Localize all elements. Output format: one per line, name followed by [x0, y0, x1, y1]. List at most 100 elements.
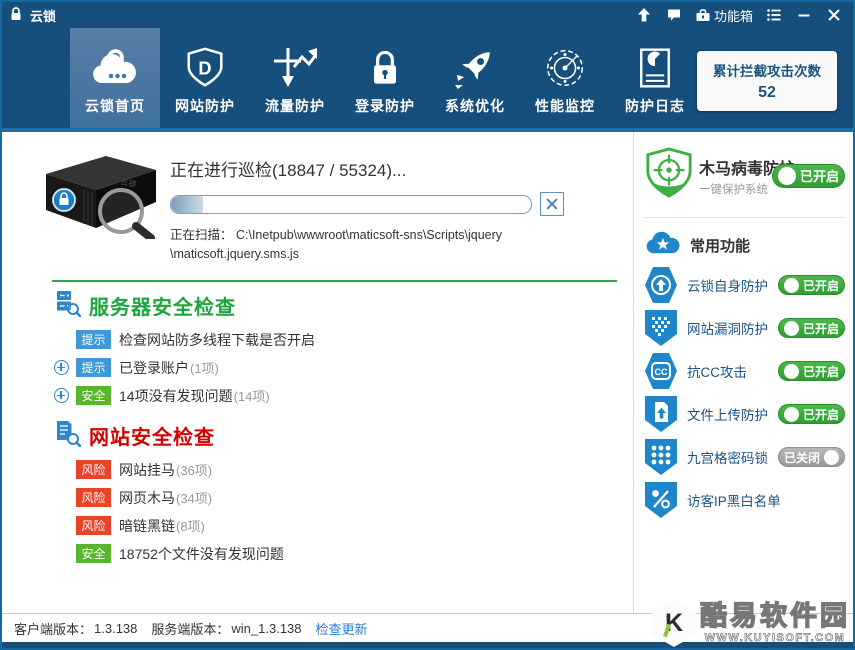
vulnerability-protect-toggle[interactable]: 已开启 [778, 318, 845, 338]
shield-pixel-bug-icon [644, 309, 678, 347]
upgrade-arrow-icon[interactable] [631, 3, 657, 27]
sidebar-item-vulnerability-protect: 网站漏洞防护 已开启 [644, 309, 845, 347]
common-functions-header: 常用功能 [644, 230, 845, 261]
content-panel: 云锁 正在进行巡检(18847 / 55324)... 正在扫描： C:\Ine… [2, 132, 633, 613]
scan-info: 正在进行巡检(18847 / 55324)... 正在扫描： C:\Inetpu… [170, 144, 564, 264]
anti-cc-toggle[interactable]: 已开启 [778, 361, 845, 381]
scan-progress-fill [171, 196, 203, 213]
cancel-scan-button[interactable] [540, 192, 564, 216]
nav-tab-label: 流量防护 [265, 96, 325, 116]
app-title: 云锁 [30, 6, 56, 25]
check-item: 安全 14项没有发现问题 (14项) [54, 386, 633, 406]
shield-percent-icon [644, 481, 678, 519]
hexagon-cc-icon: CC [644, 352, 678, 390]
nav-tab-traffic-protect[interactable]: 流量防护 [250, 28, 340, 128]
feedback-chat-icon[interactable] [661, 3, 687, 27]
nav-tab-label: 云锁首页 [85, 96, 145, 116]
trojan-protection-block: 木马病毒防护 一键保护系统 已开启 [644, 138, 845, 217]
sidebar-item-self-protect: 云锁自身防护 已开启 [644, 266, 845, 304]
nav-tab-label: 登录防护 [355, 96, 415, 116]
status-badge: 风险 [76, 460, 111, 479]
expand-plus-icon[interactable] [54, 360, 69, 375]
nav-tab-label: 系统优化 [445, 96, 505, 116]
padlock-icon [363, 40, 407, 96]
hexagon-up-arrow-icon [644, 266, 678, 304]
check-item: 风险 暗链黑链 (8项) [54, 516, 633, 536]
trojan-protection-title: 木马病毒防护 [699, 155, 767, 179]
scan-progress-bar [170, 195, 532, 214]
nav-tab-label: 网站防护 [175, 96, 235, 116]
nav-tab-label: 防护日志 [625, 96, 685, 116]
app-lock-icon [8, 6, 24, 25]
upload-protect-toggle[interactable]: 已开启 [778, 404, 845, 424]
log-piechart-icon [633, 40, 677, 96]
toolbox-icon [695, 7, 711, 23]
sidebar: 木马病毒防护 一键保护系统 已开启 常用功能 [633, 132, 853, 613]
nav-tab-performance-monitor[interactable]: 性能监控 [520, 28, 610, 128]
title-bar: 云锁 功能箱 [2, 2, 853, 28]
nav-tab-home[interactable]: 云锁首页 [70, 28, 160, 128]
shield-file-upload-icon [644, 395, 678, 433]
app-identity: 云锁 [8, 6, 56, 25]
rocket-icon [451, 40, 499, 96]
sidebar-item-upload-protect: 文件上传防护 已开启 [644, 395, 845, 433]
server-check-title: 服务器安全检查 [89, 291, 236, 320]
self-protect-toggle[interactable]: 已开启 [778, 275, 845, 295]
sidebar-divider [644, 217, 845, 218]
titlebar-actions: 功能箱 [631, 3, 847, 27]
nav-tab-website-protect[interactable]: D 网站防护 [160, 28, 250, 128]
check-item: 风险 网页木马 (34项) [54, 488, 633, 508]
server-check-section: 服务器安全检查 提示 检查网站防多线程下载是否开启 提示 已登录账户 (1项) … [2, 290, 633, 406]
check-item: 风险 网站挂马 (36项) [54, 460, 633, 480]
green-shield-crosshair-icon [644, 146, 694, 205]
main-area: 云锁 正在进行巡检(18847 / 55324)... 正在扫描： C:\Ine… [2, 132, 853, 613]
client-version-label: 客户端版本： [14, 619, 92, 638]
document-search-icon [54, 420, 81, 452]
sidebar-item-pattern-lock: 九宫格密码锁 已关闭 [644, 438, 845, 476]
nav-tab-label: 性能监控 [535, 96, 595, 116]
check-item: 提示 检查网站防多线程下载是否开启 [54, 330, 633, 350]
client-version-value: 1.3.138 [94, 621, 137, 636]
close-button[interactable] [821, 3, 847, 27]
shield-grid-dots-icon [644, 438, 678, 476]
minimize-button[interactable] [791, 3, 817, 27]
nav-tab-login-protect[interactable]: 登录防护 [340, 28, 430, 128]
expand-plus-icon[interactable] [54, 388, 69, 403]
scan-progress-title: 正在进行巡检(18847 / 55324)... [170, 156, 564, 181]
app-window: 云锁 功能箱 [0, 0, 855, 650]
green-divider [52, 280, 617, 282]
cloud-star-icon [644, 230, 682, 261]
status-badge: 提示 [76, 358, 111, 377]
nav-tab-protect-logs[interactable]: 防护日志 [610, 28, 700, 128]
sidebar-item-ip-list[interactable]: 访客IP黑白名单 [644, 481, 845, 519]
toolbox-label: 功能箱 [714, 6, 753, 25]
status-badge: 风险 [76, 488, 111, 507]
trojan-protection-subtitle: 一键保护系统 [699, 181, 767, 197]
scanning-path: 正在扫描： C:\Inetpub\wwwroot\maticsoft-sns\S… [170, 226, 550, 264]
server-search-icon [54, 290, 81, 322]
site-check-section: 网站安全检查 风险 网站挂马 (36项) 风险 网页木马 (34项) 风险 [2, 420, 633, 564]
status-badge: 安全 [76, 386, 111, 405]
server-scan-illustration: 云锁 [24, 144, 164, 239]
server-version-label: 服务端版本： [151, 619, 229, 638]
trojan-protection-toggle[interactable]: 已开启 [772, 164, 845, 188]
toolbox-button[interactable]: 功能箱 [691, 6, 757, 25]
check-update-link[interactable]: 检查更新 [316, 619, 368, 638]
status-badge: 风险 [76, 516, 111, 535]
menu-list-icon[interactable] [761, 3, 787, 27]
site-check-title: 网站安全检查 [89, 421, 215, 450]
nav-tab-system-optimize[interactable]: 系统优化 [430, 28, 520, 128]
attack-counter-value: 52 [701, 84, 833, 102]
main-nav: 云锁首页 D 网站防护 流量防护 [2, 28, 853, 128]
radar-target-icon [542, 40, 588, 96]
pattern-lock-toggle[interactable]: 已关闭 [778, 447, 845, 467]
attack-counter-label: 累计拦截攻击次数 [701, 60, 833, 80]
common-functions-title: 常用功能 [690, 235, 750, 256]
sidebar-item-anti-cc: CC 抗CC攻击 已开启 [644, 352, 845, 390]
svg-text:D: D [198, 59, 211, 79]
check-item: 安全 18752个文件没有发现问题 [54, 544, 633, 564]
status-bar: 客户端版本： 1.3.138 服务端版本： win_1.3.138 检查更新 [2, 613, 853, 642]
svg-text:CC: CC [655, 367, 668, 377]
cloud-lock-icon [91, 40, 139, 96]
server-version-value: win_1.3.138 [231, 621, 301, 636]
